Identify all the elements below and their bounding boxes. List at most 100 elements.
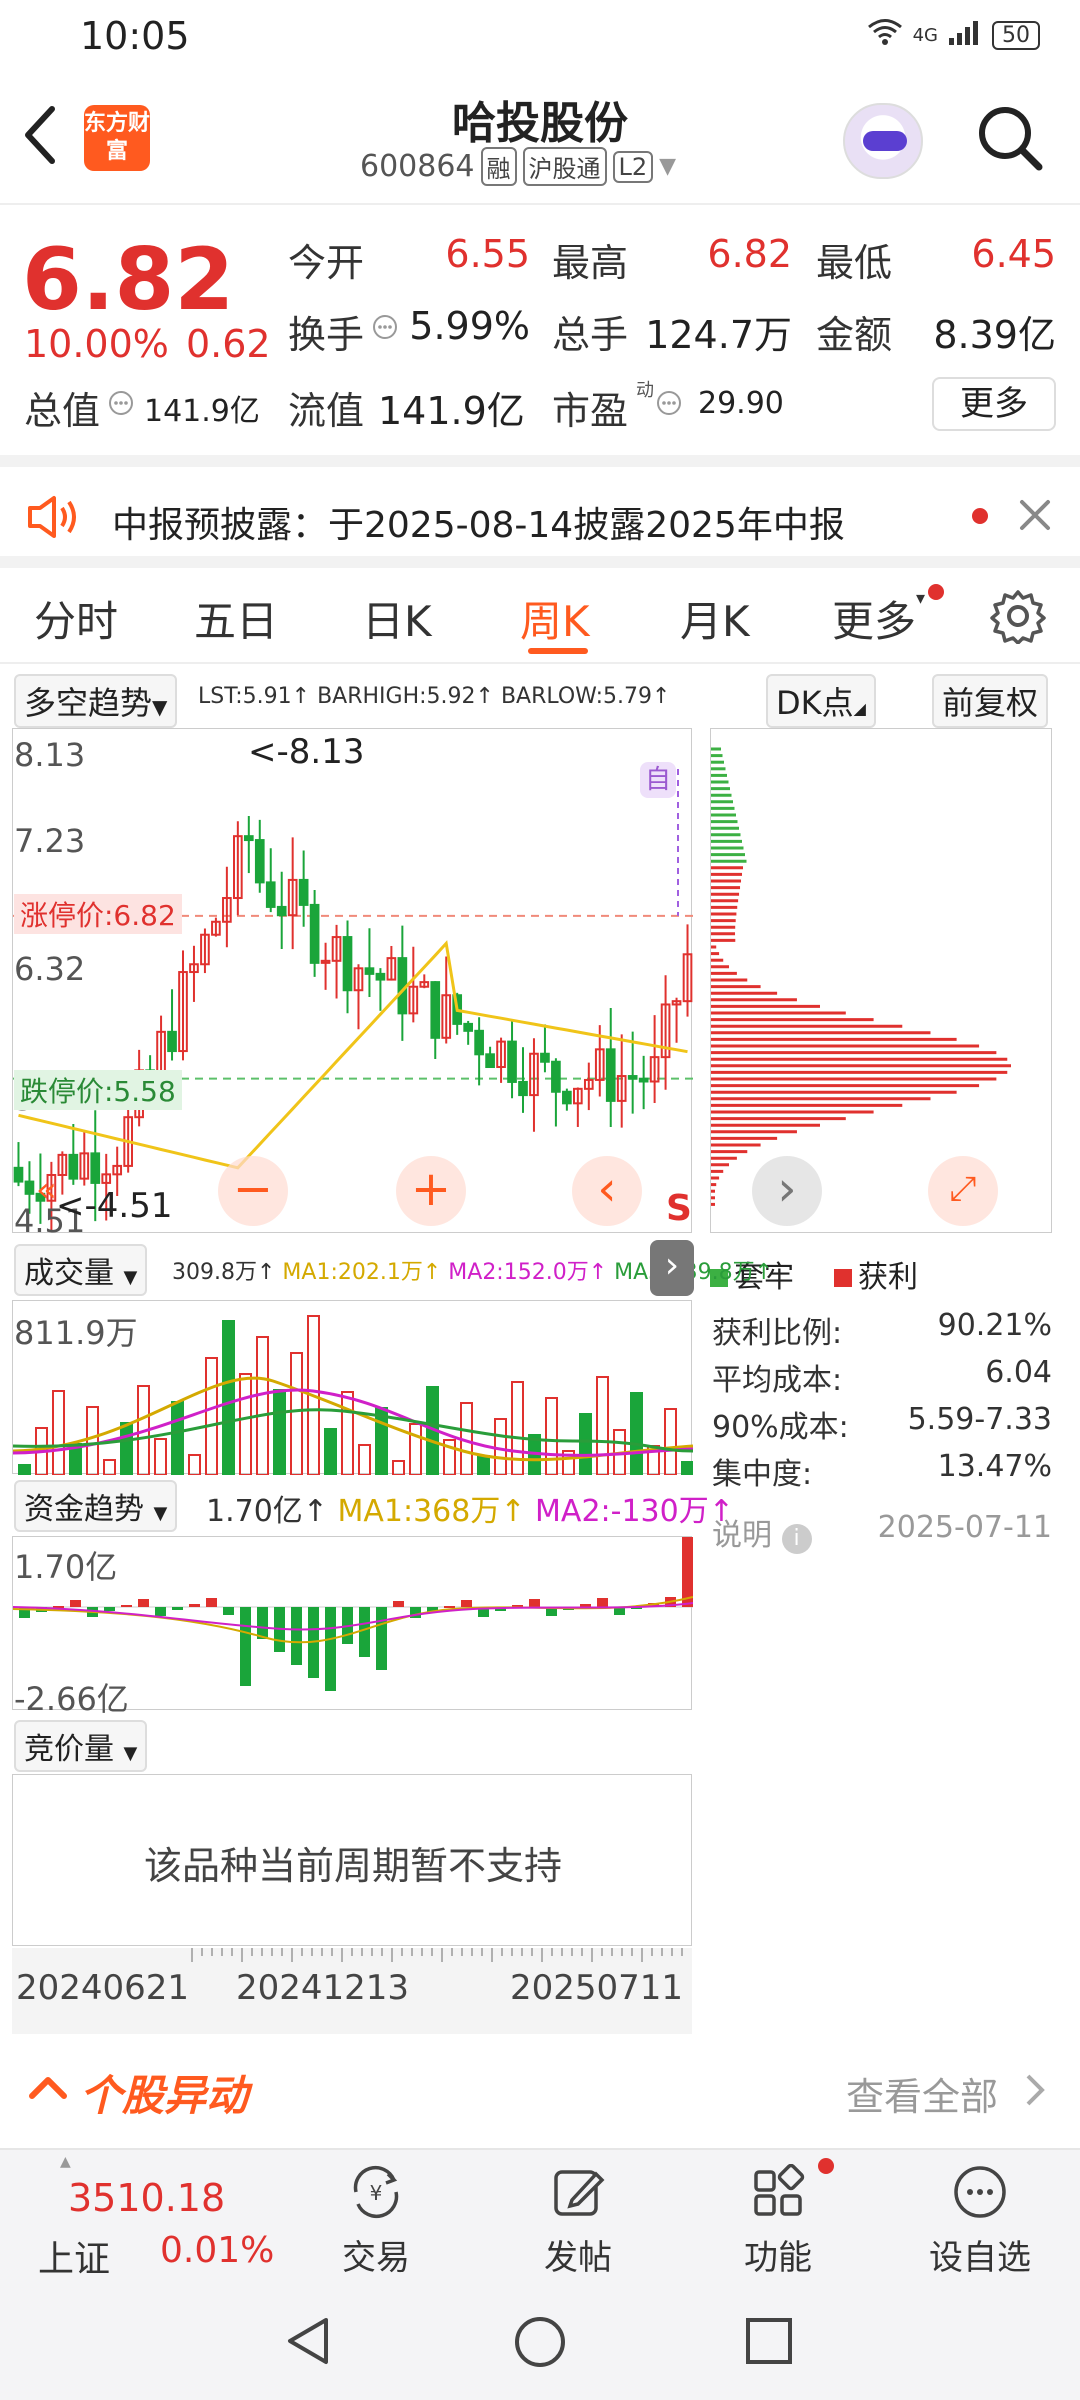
capital-select[interactable]: 资金趋势 ▼: [14, 1480, 178, 1532]
index-change[interactable]: 0.01%: [160, 2230, 274, 2271]
volume-bar: [205, 1357, 218, 1476]
tab-monthly-k[interactable]: 月K: [680, 588, 750, 649]
mktcap-info-icon[interactable]: [108, 390, 134, 420]
index-name[interactable]: 上证: [38, 2230, 110, 2282]
volume-bar: [273, 1389, 286, 1476]
candle-body: [638, 1077, 649, 1083]
open-value: 6.55: [445, 232, 530, 276]
more-dots-icon: [954, 2166, 1006, 2218]
tab-daily-k[interactable]: 日K: [362, 588, 432, 649]
trade-yen-icon: ¥: [353, 2165, 399, 2219]
volume-select-label: 成交量: [24, 1256, 114, 1291]
system-back-icon[interactable]: [282, 2314, 336, 2372]
chevron-up-icon[interactable]: [26, 2066, 70, 2114]
expand-icon[interactable]: ⤢: [928, 1156, 998, 1226]
volume-bar: [392, 1460, 405, 1476]
capital-bar: [189, 1604, 200, 1607]
candle-body: [551, 1060, 561, 1093]
capital-bar: [529, 1599, 540, 1607]
nav-add-watchlist[interactable]: 设自选: [920, 2164, 1040, 2279]
candle-body: [375, 972, 386, 981]
volume-ma2: MA2:152.0万↑: [448, 1260, 608, 1285]
auto-tag[interactable]: 自: [640, 762, 676, 798]
grid-apps-icon: [754, 2163, 805, 2216]
scroll-left-button[interactable]: ‹: [572, 1156, 642, 1226]
chevron-right-icon[interactable]: [1024, 2072, 1048, 2112]
low-label: 最低: [816, 241, 893, 285]
volume-bar: [341, 1391, 354, 1476]
stock-subtitle[interactable]: 600864 融 沪股通 L2 ▼: [360, 147, 676, 186]
quote-panel: 6.82 10.00% 0.62 今开 6.55 最高 6.82 最低 6.45…: [0, 210, 1080, 455]
expand-indicators-button[interactable]: ›: [650, 1240, 694, 1296]
zoom-out-button[interactable]: −: [218, 1156, 288, 1226]
more-quote-button[interactable]: 更多: [932, 377, 1056, 431]
capital-bar: [461, 1600, 472, 1607]
period-tabs: 分时 五日 日K 周K 月K 更多▾: [0, 568, 1080, 664]
volume-bar: [579, 1413, 592, 1476]
nav-trade-label: 交易: [342, 2238, 410, 2278]
settings-gear-icon[interactable]: [990, 588, 1046, 648]
pe-info-icon[interactable]: [656, 390, 682, 420]
notice-text: 中报预披露：于2025-08-14披露2025年中报: [112, 505, 845, 546]
system-home-icon[interactable]: [512, 2314, 568, 2374]
turnover-info-icon[interactable]: [372, 314, 398, 344]
nav-trade[interactable]: ¥ 交易: [316, 2164, 436, 2279]
volume-bar: [630, 1392, 643, 1476]
capital-bar: [325, 1607, 336, 1691]
abnormal-section: 个股异动 查看全部: [0, 2046, 1080, 2136]
volume-select[interactable]: 成交量 ▼: [14, 1244, 148, 1296]
tab-five-day[interactable]: 五日: [194, 588, 278, 649]
system-recents-icon[interactable]: [744, 2316, 794, 2370]
nav-functions[interactable]: 功能: [718, 2163, 838, 2279]
dk-point-button[interactable]: DK点◢: [766, 674, 876, 728]
tag-level2: L2: [612, 150, 654, 183]
kline-chart[interactable]: [12, 728, 693, 1233]
index-value[interactable]: 3510.18: [68, 2176, 225, 2220]
tab-more[interactable]: 更多▾: [832, 588, 925, 649]
date-start: 20240621: [16, 1968, 190, 2008]
dropdown-icon[interactable]: ▼: [659, 154, 676, 179]
volume-bar: [681, 1461, 694, 1476]
nav-post-label: 发帖: [544, 2238, 612, 2278]
battery-icon: 50: [992, 21, 1040, 50]
chip-distribution[interactable]: [710, 728, 1052, 1233]
capital-bar: [223, 1607, 234, 1615]
svg-text:¥: ¥: [370, 2181, 383, 2205]
date-axis[interactable]: 20240621 20241213 20250711: [12, 1948, 692, 2034]
open-label: 今开: [288, 241, 365, 285]
auction-select[interactable]: 竞价量 ▼: [14, 1720, 148, 1772]
kline-svg: [13, 769, 693, 1232]
adjust-button[interactable]: 前复权: [932, 674, 1049, 728]
capital-bar: [393, 1601, 404, 1607]
assistant-avatar-icon[interactable]: [843, 103, 923, 179]
volume-value: 124.7万: [645, 313, 792, 357]
tab-weekly-k[interactable]: 周K: [520, 588, 590, 649]
pe-value: 29.90: [698, 386, 784, 421]
wifi-icon: [867, 18, 903, 53]
search-icon[interactable]: [975, 103, 1045, 173]
pe-dynamic-sup: 动: [636, 380, 654, 401]
chip-svg: [711, 747, 1011, 1206]
double-chevron-left-icon[interactable]: «: [36, 1170, 57, 1210]
candle-body: [562, 1090, 572, 1105]
indicator-values: LST:5.91↑ BARHIGH:5.92↑ BARLOW:5.79↑: [198, 684, 670, 709]
mktcap-label: 总值: [24, 389, 101, 433]
y-label-3: 6.32: [14, 950, 86, 988]
chip-date: 2025-07-11: [877, 1510, 1052, 1545]
nav-post[interactable]: 发帖: [518, 2164, 638, 2279]
zoom-in-button[interactable]: +: [396, 1156, 466, 1226]
view-all-link[interactable]: 查看全部: [846, 2066, 998, 2121]
capital-bar: [172, 1607, 183, 1610]
close-icon[interactable]: [1018, 498, 1052, 536]
chip-row-label: 获利比例:: [712, 1316, 843, 1351]
indicator-select-label: 多空趋势: [24, 684, 153, 722]
stock-name: 哈投股份: [452, 98, 628, 149]
tab-intraday[interactable]: 分时: [34, 588, 118, 649]
back-button[interactable]: [20, 103, 60, 178]
indicator-select[interactable]: 多空趋势▼: [14, 674, 178, 728]
app-logo[interactable]: 东方财富: [84, 105, 150, 171]
notice-bar[interactable]: 中报预披露：于2025-08-14披露2025年中报: [0, 468, 1080, 568]
scroll-right-button[interactable]: ›: [752, 1156, 822, 1226]
min-price-marker: <-4.51: [56, 1186, 173, 1226]
candle-body: [24, 1180, 35, 1195]
